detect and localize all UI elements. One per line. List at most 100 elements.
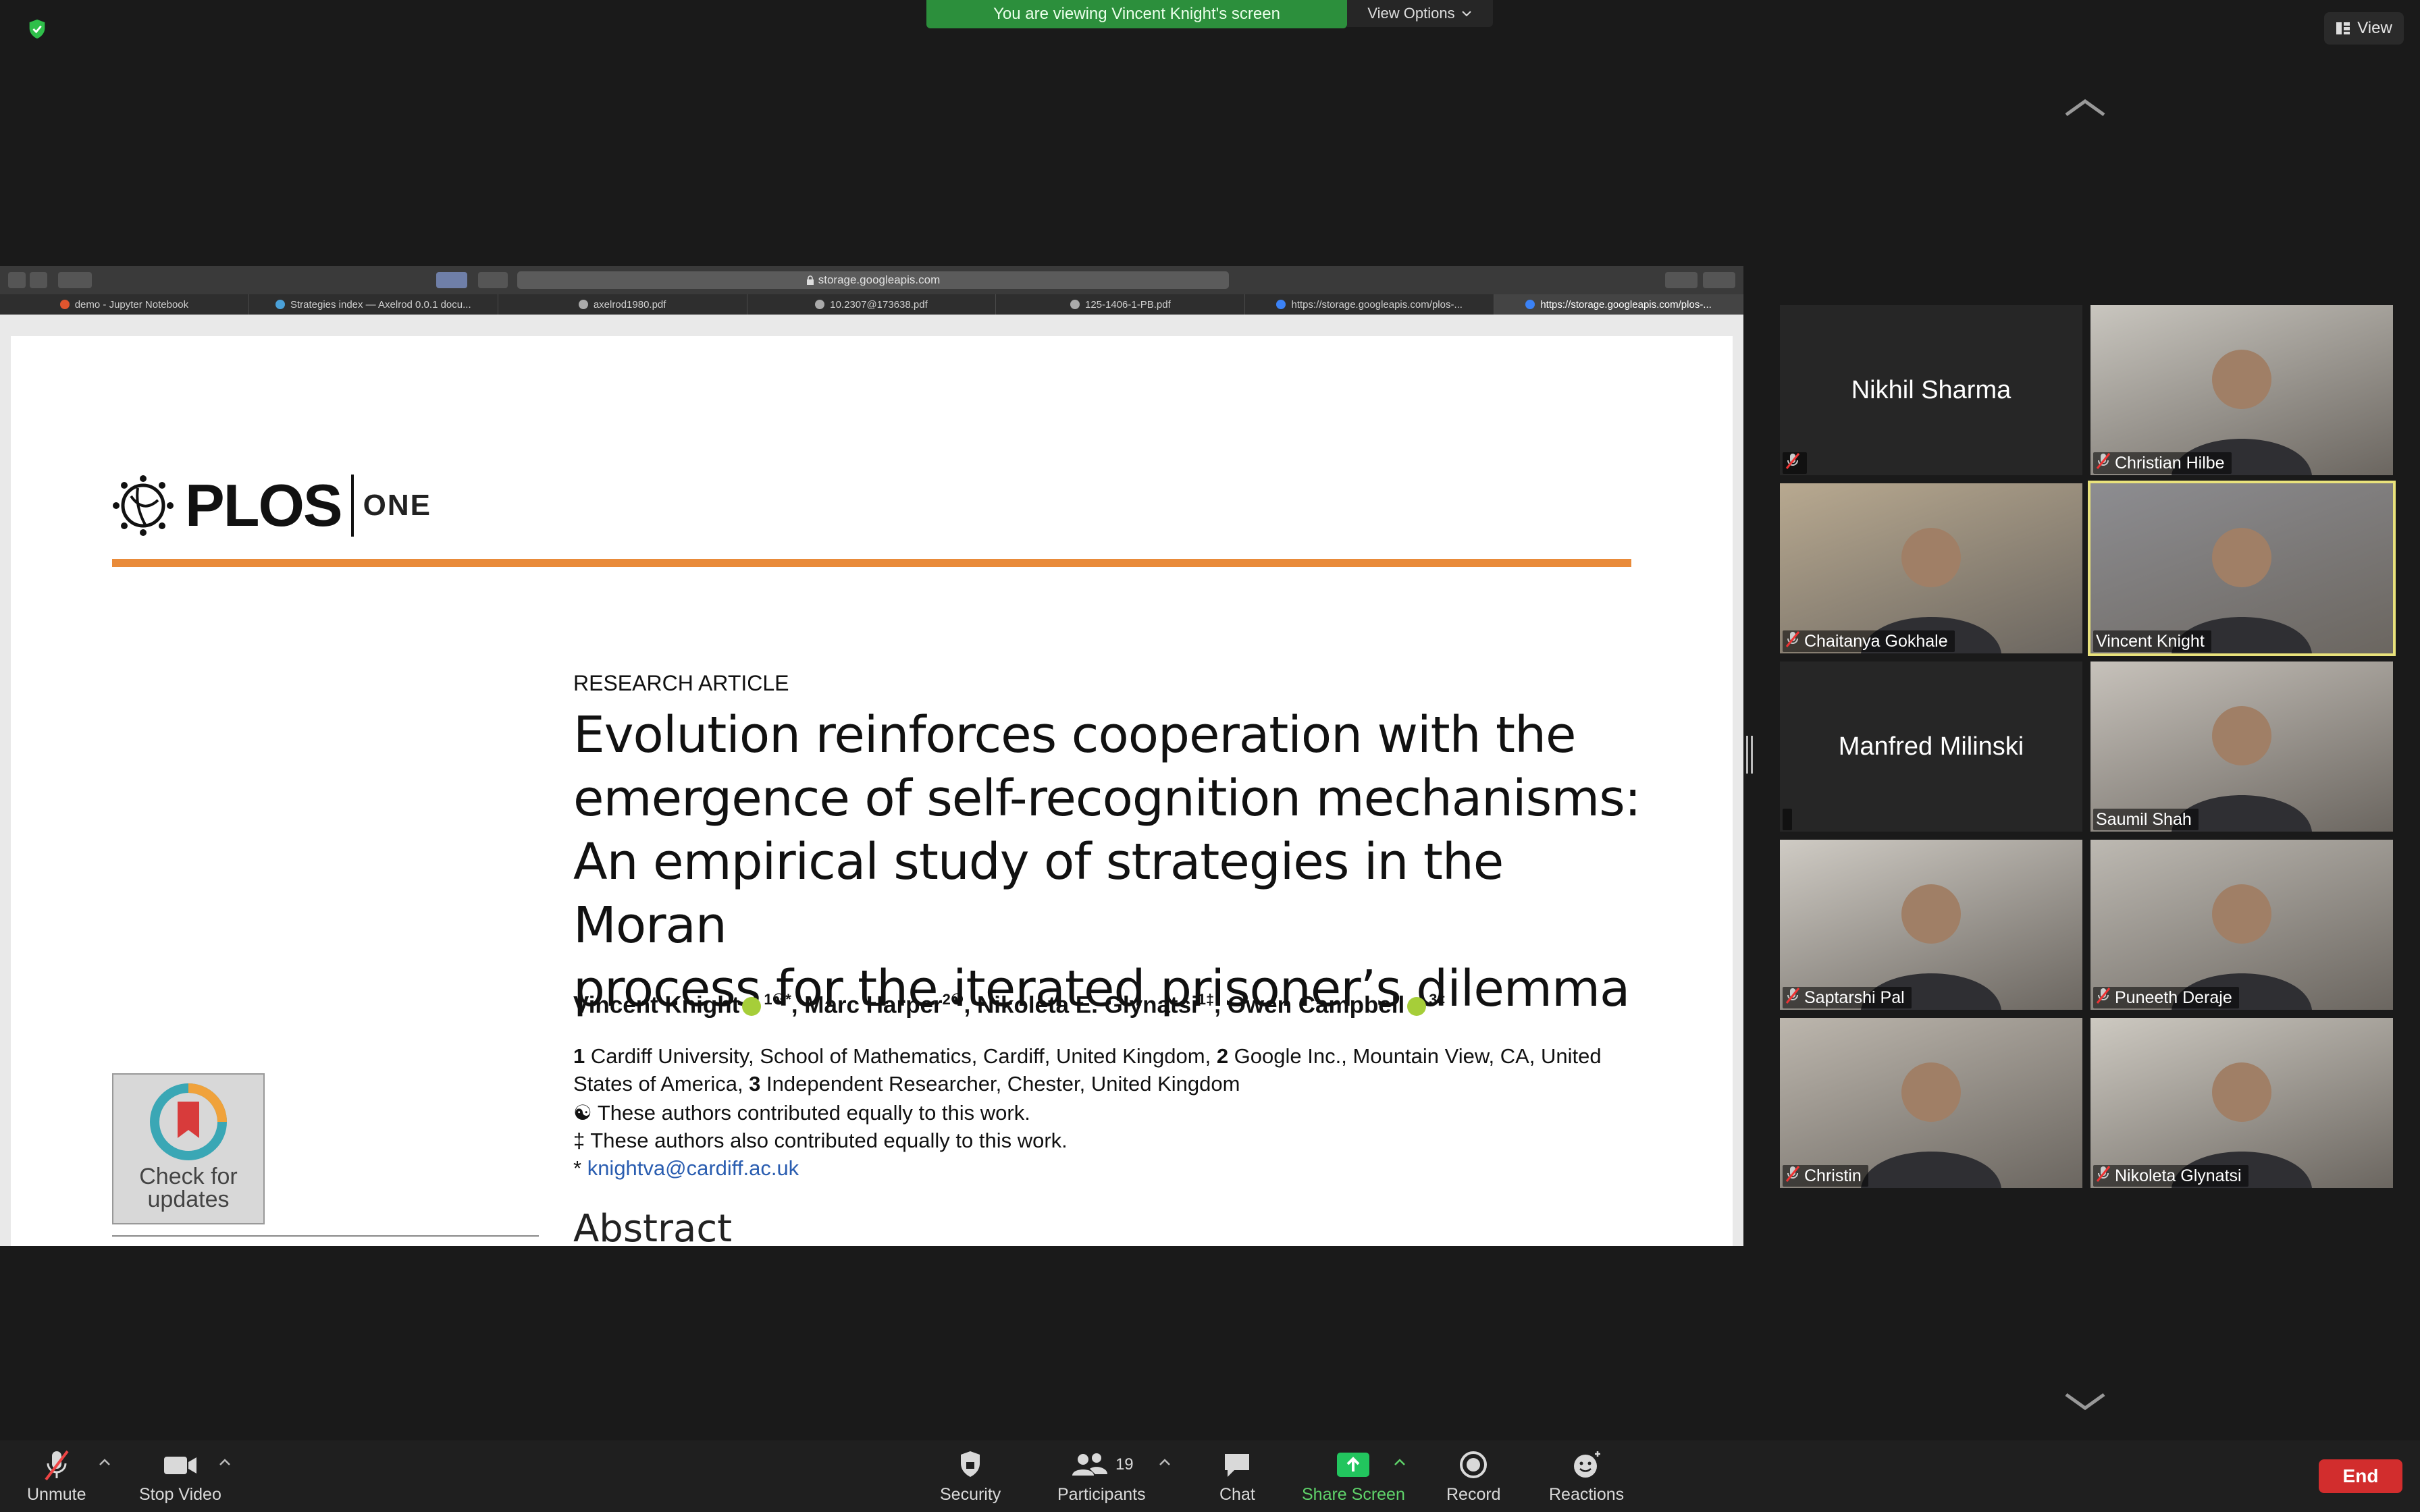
extensions-button[interactable] <box>436 272 467 288</box>
browser-tab[interactable]: 125-1406-1-PB.pdf <box>996 294 1246 315</box>
participant-name-tag: Vincent Knight <box>2093 630 2211 652</box>
forward-button[interactable] <box>30 272 47 288</box>
person-silhouette-icon <box>1861 1062 2001 1188</box>
reactions-smiley-icon <box>1573 1451 1600 1478</box>
participant-display-name: Manfred Milinski <box>1838 732 2024 761</box>
browser-tab-bar: demo - Jupyter Notebook Strategies index … <box>0 294 1744 315</box>
chat-button[interactable]: Chat <box>1219 1449 1255 1505</box>
participant-tile[interactable]: Saptarshi Pal <box>1780 840 2082 1010</box>
tab-favicon-icon <box>1525 300 1535 309</box>
stop-video-button[interactable]: Stop Video <box>139 1449 221 1505</box>
participant-name-tag: Christin <box>1783 1165 1868 1187</box>
author-name[interactable]: , Nikoleta E. Glynatsi <box>964 992 1198 1019</box>
reactions-button[interactable]: Reactions <box>1549 1449 1624 1505</box>
participant-tile[interactable]: Saumil Shah <box>2090 662 2393 832</box>
participant-name-tag: Saumil Shah <box>2093 809 2199 830</box>
plos-globe-icon <box>113 475 174 536</box>
record-button[interactable]: Record <box>1446 1449 1501 1505</box>
view-layout-button[interactable]: View <box>2324 12 2404 45</box>
resize-splitter-handle[interactable] <box>1746 736 1753 774</box>
email-link[interactable]: knightva@cardiff.ac.uk <box>587 1156 799 1180</box>
participant-name-tag: Nikoleta Glynatsi <box>2093 1165 2248 1187</box>
participant-video <box>2090 1018 2393 1188</box>
author-name[interactable]: Vincent Knight <box>573 992 739 1019</box>
share-screen-button[interactable]: Share Screen <box>1302 1449 1405 1505</box>
author-affil: 3‡ <box>1429 991 1446 1008</box>
participants-button[interactable]: 19 Participants <box>1057 1449 1146 1505</box>
participant-name: Saptarshi Pal <box>1804 988 1905 1007</box>
privacy-button[interactable] <box>478 272 508 288</box>
audio-options-caret-icon[interactable] <box>97 1457 112 1467</box>
share-button[interactable] <box>1665 272 1698 288</box>
security-label: Security <box>940 1485 1001 1504</box>
gallery-scroll-down-icon[interactable] <box>2063 1392 2107 1412</box>
person-silhouette-icon <box>1861 884 2001 1010</box>
participant-tile[interactable]: Puneeth Deraje <box>2090 840 2393 1010</box>
record-icon <box>1460 1451 1488 1478</box>
tab-overview-button[interactable] <box>1703 272 1735 288</box>
author-name[interactable]: , Owen Campbell <box>1214 992 1404 1019</box>
participant-name-tag <box>1783 452 1807 474</box>
tab-label: https://storage.googleapis.com/plos-... <box>1291 298 1463 310</box>
video-options-caret-icon[interactable] <box>217 1457 232 1467</box>
participant-video <box>1780 1018 2082 1188</box>
plos-wordmark: PLOS <box>185 472 343 539</box>
affil-text: Cardiff University, School of Mathematic… <box>585 1044 1217 1068</box>
back-button[interactable] <box>8 272 26 288</box>
participants-icon <box>1072 1453 1107 1476</box>
tab-label: demo - Jupyter Notebook <box>74 298 189 310</box>
tab-favicon-icon <box>59 300 70 309</box>
header-rule <box>112 559 1631 567</box>
participant-video <box>1780 483 2082 653</box>
share-options-caret-icon[interactable] <box>1392 1457 1407 1467</box>
view-options-button[interactable]: View Options <box>1347 0 1493 27</box>
participant-tile[interactable]: Nikhil Sharma <box>1780 305 2082 475</box>
encryption-shield-icon[interactable] <box>26 18 49 40</box>
check-for-updates-badge[interactable]: Check for updates <box>112 1073 265 1224</box>
view-options-label: View Options <box>1367 5 1455 22</box>
author-affil: 1‡ <box>1197 991 1215 1008</box>
gallery-scroll-up-icon[interactable] <box>2063 97 2107 117</box>
title-line: An empirical study of strategies in the … <box>573 833 1504 954</box>
person-silhouette-icon <box>2172 528 2312 653</box>
orcid-icon[interactable] <box>742 997 762 1017</box>
abstract-heading: Abstract <box>573 1207 733 1246</box>
microphone-muted-icon <box>45 1450 69 1481</box>
browser-tab[interactable]: https://storage.googleapis.com/plos-... <box>1245 294 1495 315</box>
browser-tab[interactable]: https://storage.googleapis.com/plos-... <box>1494 294 1744 315</box>
pdf-document-page: PLOS ONE RESEARCH ARTICLE Evolution rein… <box>11 336 1733 1246</box>
video-camera-icon <box>163 1457 196 1474</box>
participant-tile[interactable]: Vincent Knight <box>2088 481 2396 656</box>
participant-name: Nikoleta Glynatsi <box>2115 1166 2242 1185</box>
participant-tile[interactable]: Chaitanya Gokhale <box>1780 483 2082 653</box>
affil-text: Independent Researcher, Chester, United … <box>760 1072 1240 1096</box>
participants-caret-icon[interactable] <box>1157 1457 1172 1467</box>
sidebar-toggle-button[interactable] <box>58 272 92 288</box>
end-meeting-button[interactable]: End <box>2319 1459 2402 1493</box>
participant-tile[interactable]: Nikoleta Glynatsi <box>2090 1018 2393 1188</box>
cfu-line: updates <box>147 1187 230 1212</box>
author-list: Vincent Knight 1☯*, Marc Harper2☯, Nikole… <box>573 991 1446 1019</box>
author-name[interactable]: , Marc Harper <box>791 992 943 1019</box>
orcid-icon[interactable] <box>1407 997 1427 1017</box>
participant-tile[interactable]: Manfred Milinski <box>1780 662 2082 832</box>
participant-name-tag: Christian Hilbe <box>2093 452 2232 474</box>
browser-tab[interactable]: axelrod1980.pdf <box>498 294 747 315</box>
unmute-button[interactable]: Unmute <box>27 1449 86 1505</box>
participant-name: Chaitanya Gokhale <box>1804 631 1948 651</box>
author-affil: 2☯ <box>942 991 964 1008</box>
browser-tab[interactable]: Strategies index — Axelrod 0.0.1 docu... <box>249 294 498 315</box>
participant-name-tag: Puneeth Deraje <box>2093 987 2239 1008</box>
browser-tab[interactable]: 10.2307@173638.pdf <box>747 294 997 315</box>
security-button[interactable]: Security <box>940 1449 1001 1505</box>
stop-video-label: Stop Video <box>139 1485 221 1504</box>
gallery-layout-icon <box>2336 22 2350 34</box>
browser-tab[interactable]: demo - Jupyter Notebook <box>0 294 249 315</box>
participant-tile[interactable]: Christin <box>1780 1018 2082 1188</box>
participant-name: Puneeth Deraje <box>2115 988 2232 1007</box>
participant-tile[interactable]: Christian Hilbe <box>2090 305 2393 475</box>
address-bar[interactable]: storage.googleapis.com <box>517 271 1229 289</box>
article-category: RESEARCH ARTICLE <box>573 671 789 695</box>
share-screen-icon <box>1337 1453 1370 1477</box>
reactions-label: Reactions <box>1549 1485 1625 1504</box>
